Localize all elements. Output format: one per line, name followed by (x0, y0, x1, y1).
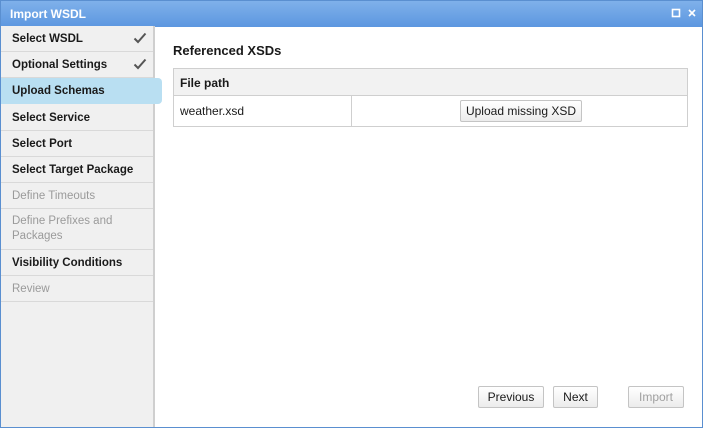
previous-button[interactable]: Previous (478, 386, 544, 408)
title-bar[interactable]: Import WSDL (1, 1, 702, 27)
step-optional-settings[interactable]: Optional Settings (1, 52, 153, 78)
step-label: Optional Settings (12, 59, 108, 71)
xsd-table: File path weather.xsd Upload missing XSD (173, 68, 688, 127)
step-select-target-package[interactable]: Select Target Package (1, 157, 153, 183)
step-define-prefixes: Define Prefixes and Packages (1, 209, 153, 250)
table-header: File path (174, 69, 687, 96)
file-path-cell: weather.xsd (174, 96, 352, 126)
step-visibility-conditions[interactable]: Visibility Conditions (1, 250, 153, 276)
import-wsdl-dialog: Import WSDL Select WSDL Optional Setting… (0, 0, 703, 428)
step-label: Select WSDL (12, 33, 83, 45)
step-define-timeouts: Define Timeouts (1, 183, 153, 209)
section-title: Referenced XSDs (173, 43, 282, 58)
upload-missing-xsd-button[interactable]: Upload missing XSD (460, 100, 582, 122)
wizard-steps-sidebar: Select WSDL Optional Settings Upload Sch… (1, 26, 162, 427)
table-row: weather.xsd Upload missing XSD (174, 96, 687, 126)
step-label: Select Target Package (12, 164, 134, 176)
step-select-port[interactable]: Select Port (1, 131, 153, 157)
step-label: Select Service (12, 112, 91, 124)
next-button[interactable]: Next (553, 386, 598, 408)
action-cell: Upload missing XSD (352, 96, 687, 126)
column-header-file-path: File path (180, 76, 230, 90)
step-label: Visibility Conditions (12, 257, 123, 269)
step-label: Select Port (12, 138, 73, 150)
step-label: Upload Schemas (12, 85, 105, 97)
step-select-service[interactable]: Select Service (1, 105, 153, 131)
maximize-icon[interactable] (669, 6, 683, 20)
import-button: Import (628, 386, 684, 408)
step-label: Define Prefixes and Packages (12, 215, 113, 242)
step-select-wsdl[interactable]: Select WSDL (1, 26, 153, 52)
checkmark-icon (133, 32, 147, 44)
close-icon[interactable] (685, 6, 699, 20)
step-upload-schemas[interactable]: Upload Schemas (1, 78, 162, 104)
step-label: Define Timeouts (12, 190, 96, 202)
checkmark-icon (133, 58, 147, 70)
dialog-title: Import WSDL (10, 7, 86, 21)
step-label: Review (12, 283, 50, 295)
file-name: weather.xsd (180, 104, 245, 118)
main-content: Referenced XSDs File path weather.xsd Up… (157, 26, 702, 427)
step-review: Review (1, 276, 153, 302)
